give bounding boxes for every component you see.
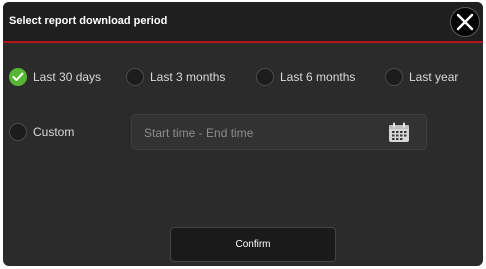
dialog-title: Select report download period — [9, 15, 168, 27]
radio-label: Custom — [33, 125, 75, 139]
radio-unchecked-indicator — [385, 68, 403, 86]
report-period-dialog: Select report download period Last 30 da… — [3, 2, 483, 266]
radio-unchecked-indicator — [256, 68, 274, 86]
radio-label: Last 3 months — [150, 70, 226, 84]
calendar-icon[interactable] — [388, 122, 410, 143]
checkmark-icon — [12, 72, 24, 81]
date-range-field[interactable]: Start time - End time — [131, 114, 427, 150]
dialog-header: Select report download period — [3, 2, 483, 43]
confirm-button-label: Confirm — [235, 239, 271, 250]
close-button[interactable] — [450, 7, 480, 37]
radio-label: Last year — [409, 70, 459, 84]
close-x-icon — [456, 13, 474, 31]
confirm-button[interactable]: Confirm — [170, 227, 336, 262]
radio-unchecked-indicator — [126, 68, 144, 86]
date-range-placeholder: Start time - End time — [144, 126, 254, 140]
radio-checked-indicator — [9, 68, 27, 86]
radio-label: Last 30 days — [33, 70, 102, 84]
radio-unchecked-indicator — [9, 123, 27, 141]
radio-label: Last 6 months — [280, 70, 356, 84]
